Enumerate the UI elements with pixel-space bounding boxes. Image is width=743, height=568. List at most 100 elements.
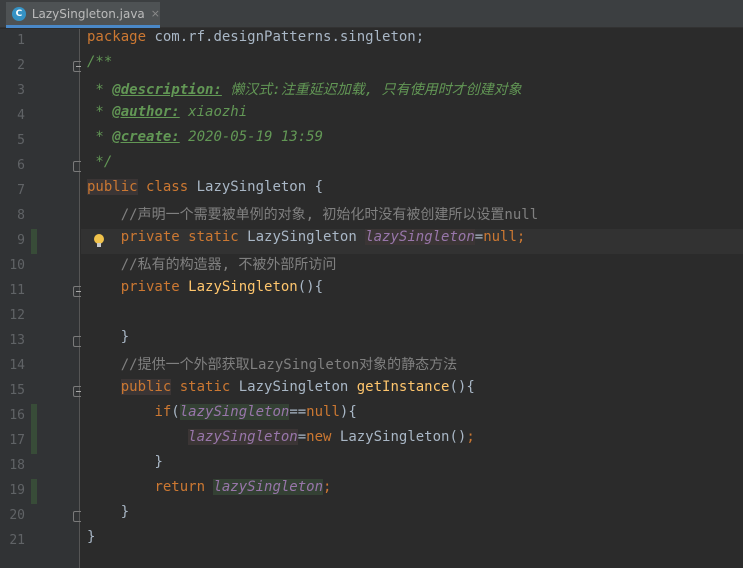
line-number: 4 xyxy=(17,108,25,123)
gutter-row: 17 xyxy=(0,429,80,454)
gutter-row: 12 xyxy=(0,304,80,329)
doc-comment: /** xyxy=(87,54,113,70)
brace: } xyxy=(120,329,130,345)
semicolon: ; xyxy=(516,229,526,245)
tab-filename: LazySingleton.java xyxy=(31,6,145,21)
semicolon: ; xyxy=(323,479,332,495)
gutter-row: 10 xyxy=(0,254,80,279)
line-comment: //私有的构造器, 不被外部所访问 xyxy=(120,257,337,273)
line-number: 3 xyxy=(17,83,25,98)
constructor-call: LazySingleton() xyxy=(331,429,467,445)
line-number: 9 xyxy=(17,233,25,248)
doc-tag: @create: xyxy=(112,129,180,145)
code-line[interactable]: //声明一个需要被单例的对象, 初始化时没有被创建所以设置null xyxy=(81,204,743,229)
code-line[interactable]: public class LazySingleton { xyxy=(81,179,743,204)
code-line[interactable]: } xyxy=(81,454,743,479)
line-number: 20 xyxy=(9,508,25,523)
tab-lazysingleton-java[interactable]: C LazySingleton.java × xyxy=(6,2,160,28)
line-number: 5 xyxy=(17,133,25,148)
java-class-icon: C xyxy=(12,6,26,21)
change-marker xyxy=(31,479,37,504)
code-line[interactable]: //提供一个外部获取LazySingleton对象的静态方法 xyxy=(81,354,743,379)
keyword: null xyxy=(483,229,517,245)
close-icon[interactable]: × xyxy=(151,7,160,20)
punctuation: (){ xyxy=(297,279,324,295)
line-number: 10 xyxy=(9,258,25,273)
code-line[interactable]: package com.rf.designPatterns.singleton; xyxy=(81,29,743,54)
gutter-row: 6 xyxy=(0,154,84,179)
line-number: 18 xyxy=(9,458,25,473)
line-number: 11 xyxy=(9,283,25,298)
code-line[interactable]: return lazySingleton; xyxy=(81,479,743,504)
change-marker xyxy=(31,404,37,429)
code-line[interactable]: * @author: xiaozhi xyxy=(81,104,743,129)
gutter-row: 15 xyxy=(0,379,84,404)
class-declaration: LazySingleton { xyxy=(188,179,324,195)
code-line[interactable]: */ xyxy=(81,154,743,179)
static-field: lazySingleton xyxy=(365,229,475,245)
code-line[interactable]: //私有的构造器, 不被外部所访问 xyxy=(81,254,743,279)
line-number: 2 xyxy=(17,58,25,73)
keyword: null xyxy=(306,404,340,420)
code-line[interactable]: } xyxy=(81,504,743,529)
line-number-gutter: 1 2 3 4 5 6 7 8 9 10 11 12 13 14 15 16 1… xyxy=(0,29,84,568)
line-number: 1 xyxy=(17,33,25,48)
editor-tab-bar: C LazySingleton.java × xyxy=(0,0,743,28)
type-name: LazySingleton xyxy=(230,379,357,395)
static-field: lazySingleton xyxy=(179,404,290,420)
code-line[interactable] xyxy=(81,304,743,329)
code-line[interactable]: * @description: 懒汉式:注重延迟加载, 只有使用时才创建对象 xyxy=(81,79,743,104)
brace: } xyxy=(120,504,130,520)
keyword: class xyxy=(137,179,189,195)
line-number: 8 xyxy=(17,208,25,223)
line-number: 19 xyxy=(9,483,25,498)
code-line-current[interactable]: private static LazySingleton lazySinglet… xyxy=(81,229,743,254)
operator: == xyxy=(289,404,307,420)
operator: = xyxy=(474,229,484,245)
keyword: private xyxy=(120,229,180,245)
code-line[interactable]: lazySingleton=new LazySingleton(); xyxy=(81,429,743,454)
code-editor[interactable]: package com.rf.designPatterns.singleton;… xyxy=(81,29,743,568)
gutter-row: 7 xyxy=(0,179,80,204)
code-line[interactable]: /** xyxy=(81,54,743,79)
gutter-row: 4 xyxy=(0,104,80,129)
keyword: return xyxy=(154,479,206,495)
code-line[interactable]: if(lazySingleton==null){ xyxy=(81,404,743,429)
brace: } xyxy=(87,529,96,545)
static-field: lazySingleton xyxy=(188,429,298,445)
code-line[interactable]: public static LazySingleton getInstance(… xyxy=(81,379,743,404)
line-number: 13 xyxy=(9,333,25,348)
keyword: if xyxy=(154,404,172,420)
doc-comment: */ xyxy=(87,154,113,170)
keyword: public xyxy=(120,379,172,395)
doc-comment: * xyxy=(87,82,113,98)
code-line[interactable]: * @create: 2020-05-19 13:59 xyxy=(81,129,743,154)
line-number: 16 xyxy=(9,408,25,423)
code-line[interactable]: } xyxy=(81,529,743,554)
keyword: private xyxy=(120,279,180,295)
keyword: public xyxy=(87,179,138,195)
gutter-row: 8 xyxy=(0,204,80,229)
code-line[interactable]: private LazySingleton(){ xyxy=(81,279,743,304)
constructor-name: LazySingleton xyxy=(179,279,298,295)
punctuation: (){ xyxy=(449,379,475,395)
doc-comment: xiaozhi xyxy=(179,104,248,120)
punctuation: ( xyxy=(171,404,180,420)
line-number: 12 xyxy=(9,308,25,323)
doc-comment: * xyxy=(87,129,113,145)
code-line[interactable]: } xyxy=(81,329,743,354)
static-field: lazySingleton xyxy=(213,479,324,495)
doc-comment: * xyxy=(87,104,113,120)
type-name: LazySingleton xyxy=(238,229,366,245)
gutter-row: 18 xyxy=(0,454,80,479)
line-number: 6 xyxy=(17,158,25,173)
gutter-row: 2 xyxy=(0,54,84,79)
gutter-row: 5 xyxy=(0,129,80,154)
gutter-row: 16 xyxy=(0,404,80,429)
doc-comment: 懒汉式:注重延迟加载, 只有使用时才创建对象 xyxy=(221,82,522,98)
